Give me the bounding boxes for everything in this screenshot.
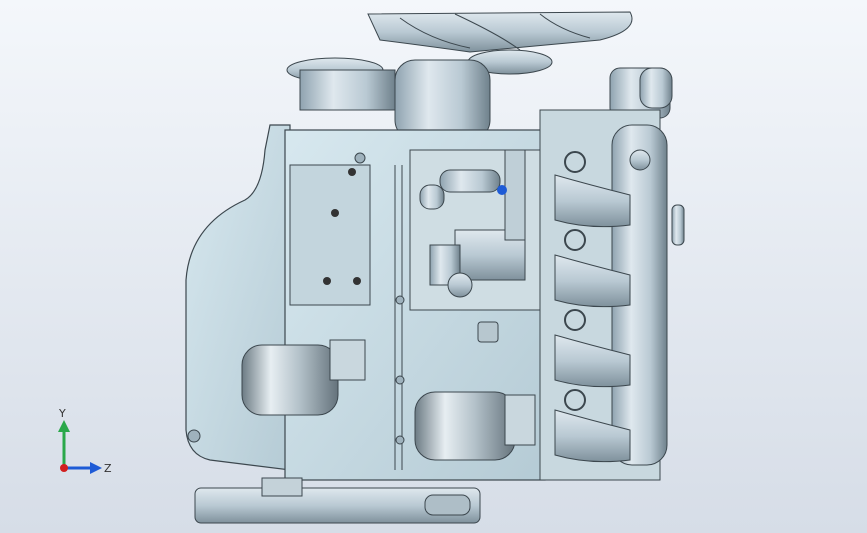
bottom-flange (194, 477, 481, 524)
x-axis-dot (60, 464, 68, 472)
fan-blades (367, 11, 633, 53)
y-axis-label: Y (58, 407, 66, 420)
z-axis-arrow (90, 462, 102, 474)
z-axis-label: Z (104, 462, 112, 475)
engine-model[interactable] (0, 0, 867, 533)
3d-viewport[interactable]: Y Z (0, 0, 867, 533)
oil-pan (185, 124, 291, 471)
y-axis-arrow (58, 420, 70, 432)
manifold (539, 67, 685, 481)
orientation-triad: Y Z (58, 407, 112, 475)
